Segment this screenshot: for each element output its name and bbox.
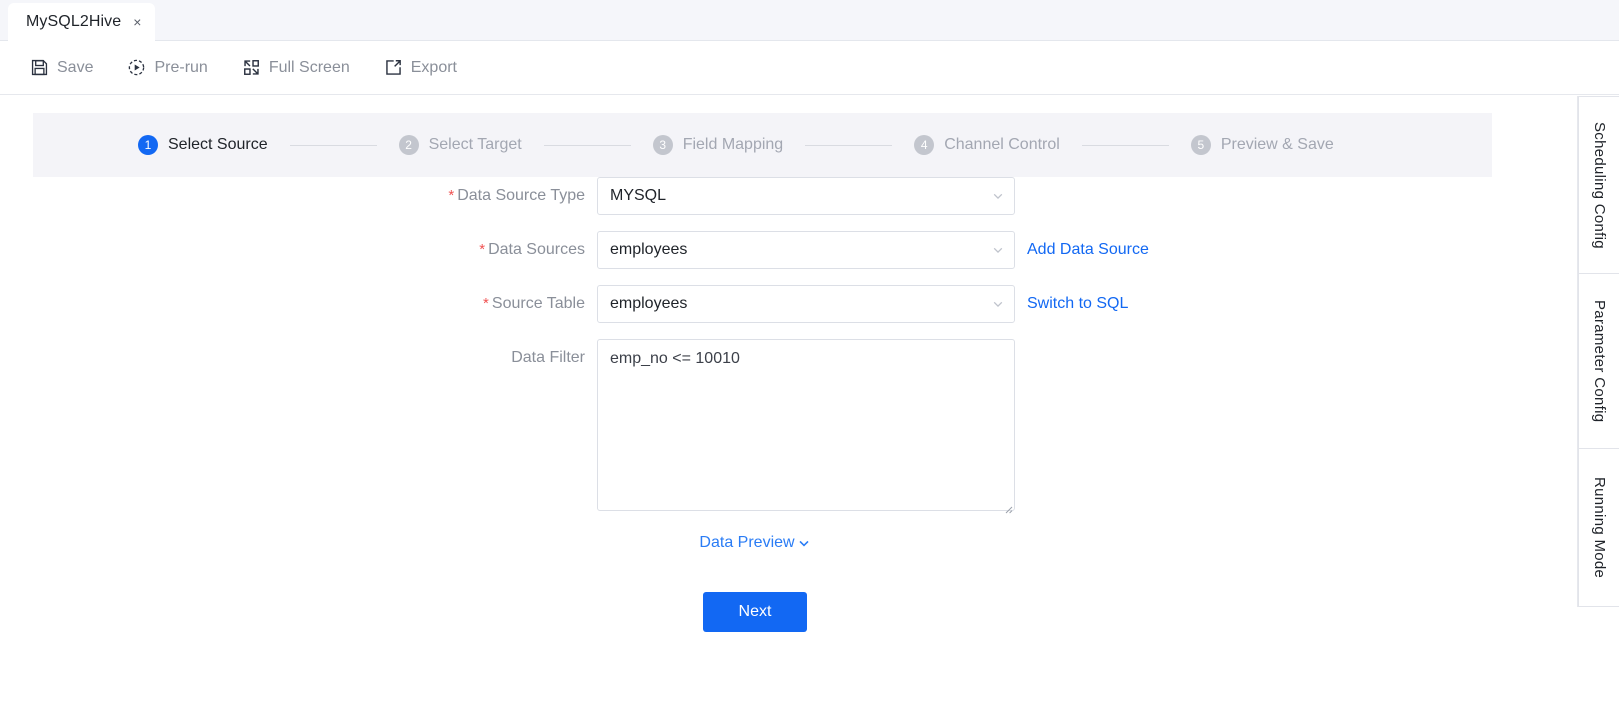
- source-table-value: employees: [610, 295, 688, 312]
- right-side-panel-tabs: Scheduling Config Parameter Config Runni…: [1577, 96, 1619, 607]
- pre-run-button[interactable]: Pre-run: [127, 58, 208, 77]
- source-table-label: * Source Table: [0, 285, 597, 323]
- export-icon: [384, 58, 403, 77]
- data-source-type-label: * Data Source Type: [0, 177, 597, 215]
- data-preview-label: Data Preview: [699, 534, 795, 551]
- source-table-control: employees: [597, 285, 1015, 323]
- step-label: Select Target: [428, 136, 522, 153]
- data-source-type-value: MYSQL: [610, 187, 667, 204]
- data-source-type-select[interactable]: MYSQL: [597, 177, 1015, 215]
- data-filter-control: [597, 339, 1015, 516]
- side-tab-label: Running Mode: [1591, 476, 1608, 579]
- side-tab-scheduling-config[interactable]: Scheduling Config: [1578, 96, 1619, 274]
- step-connector: [543, 144, 631, 146]
- step-label: Channel Control: [944, 136, 1060, 153]
- full-screen-label: Full Screen: [268, 58, 350, 76]
- step-connector: [289, 144, 377, 146]
- add-data-source-link[interactable]: Add Data Source: [1027, 231, 1149, 269]
- editor-tab-mysql2hive[interactable]: MySQL2Hive ×: [8, 3, 156, 41]
- step-number: 4: [914, 135, 935, 155]
- side-tab-label: Parameter Config: [1591, 299, 1608, 423]
- step-number: 3: [652, 135, 673, 155]
- close-icon[interactable]: ×: [133, 15, 141, 29]
- step-connector: [805, 144, 893, 146]
- save-button[interactable]: Save: [30, 58, 93, 77]
- chevron-down-icon: [797, 536, 811, 550]
- export-button[interactable]: Export: [384, 58, 457, 77]
- pre-run-icon: [127, 58, 146, 77]
- step-select-target[interactable]: 2 Select Target: [398, 135, 522, 155]
- source-table-label-text: Source Table: [491, 295, 585, 312]
- step-number: 2: [398, 135, 419, 155]
- save-icon: [30, 58, 49, 77]
- side-tab-parameter-config[interactable]: Parameter Config: [1578, 274, 1619, 449]
- step-connector: [1081, 144, 1169, 146]
- field-row-source-table: * Source Table employees Switch to SQL: [0, 285, 1510, 323]
- save-label: Save: [57, 58, 94, 76]
- toolbar: Save Pre-run Full Screen Export: [0, 41, 1619, 95]
- step-select-source[interactable]: 1 Select Source: [138, 135, 268, 155]
- next-button[interactable]: Next: [703, 592, 807, 632]
- data-filter-label: Data Filter: [511, 349, 585, 366]
- field-row-data-sources: * Data Sources employees Add Data Source: [0, 231, 1510, 269]
- data-sources-label: * Data Sources: [0, 231, 597, 269]
- select-source-form: * Data Source Type MYSQL * Data Sources em…: [0, 177, 1510, 632]
- source-table-select[interactable]: employees: [597, 285, 1015, 323]
- step-channel-control[interactable]: 4 Channel Control: [914, 135, 1060, 155]
- field-row-data-filter: Data Filter: [0, 339, 1510, 516]
- step-preview-save[interactable]: 5 Preview & Save: [1190, 135, 1334, 155]
- data-sources-value: employees: [610, 241, 688, 258]
- pre-run-label: Pre-run: [154, 58, 208, 76]
- editor-tab-label: MySQL2Hive: [26, 13, 122, 30]
- full-screen-icon: [242, 58, 261, 77]
- data-filter-input[interactable]: [597, 339, 1015, 511]
- data-sources-control: employees: [597, 231, 1015, 269]
- data-source-type-label-text: Data Source Type: [457, 187, 585, 204]
- required-marker: *: [479, 241, 486, 258]
- chevron-down-icon[interactable]: [992, 190, 1004, 202]
- required-marker: *: [483, 295, 489, 312]
- export-label: Export: [410, 58, 457, 76]
- step-number: 5: [1190, 135, 1211, 155]
- step-label: Select Source: [168, 136, 268, 153]
- data-source-type-control: MYSQL: [597, 177, 1015, 215]
- side-tab-label: Scheduling Config: [1591, 121, 1608, 249]
- chevron-down-icon[interactable]: [992, 244, 1004, 256]
- tab-bar: MySQL2Hive ×: [0, 0, 1619, 41]
- switch-to-sql-link[interactable]: Switch to SQL: [1027, 285, 1128, 323]
- step-number: 1: [138, 135, 158, 155]
- wizard-stepper: 1 Select Source 2 Select Target 3 Field …: [33, 113, 1492, 177]
- full-screen-button[interactable]: Full Screen: [242, 58, 350, 77]
- data-preview-row: Data Preview: [0, 534, 1510, 552]
- field-row-data-source-type: * Data Source Type MYSQL: [0, 177, 1510, 215]
- data-sources-select[interactable]: employees: [597, 231, 1015, 269]
- step-field-mapping[interactable]: 3 Field Mapping: [652, 135, 784, 155]
- data-preview-toggle[interactable]: Data Preview: [699, 534, 810, 552]
- step-label: Preview & Save: [1220, 136, 1334, 153]
- required-marker: *: [448, 187, 455, 204]
- form-actions: Next: [0, 592, 1510, 632]
- step-label: Field Mapping: [682, 136, 784, 153]
- chevron-down-icon[interactable]: [992, 298, 1004, 310]
- side-tab-running-mode[interactable]: Running Mode: [1578, 449, 1619, 607]
- data-sources-label-text: Data Sources: [488, 241, 585, 258]
